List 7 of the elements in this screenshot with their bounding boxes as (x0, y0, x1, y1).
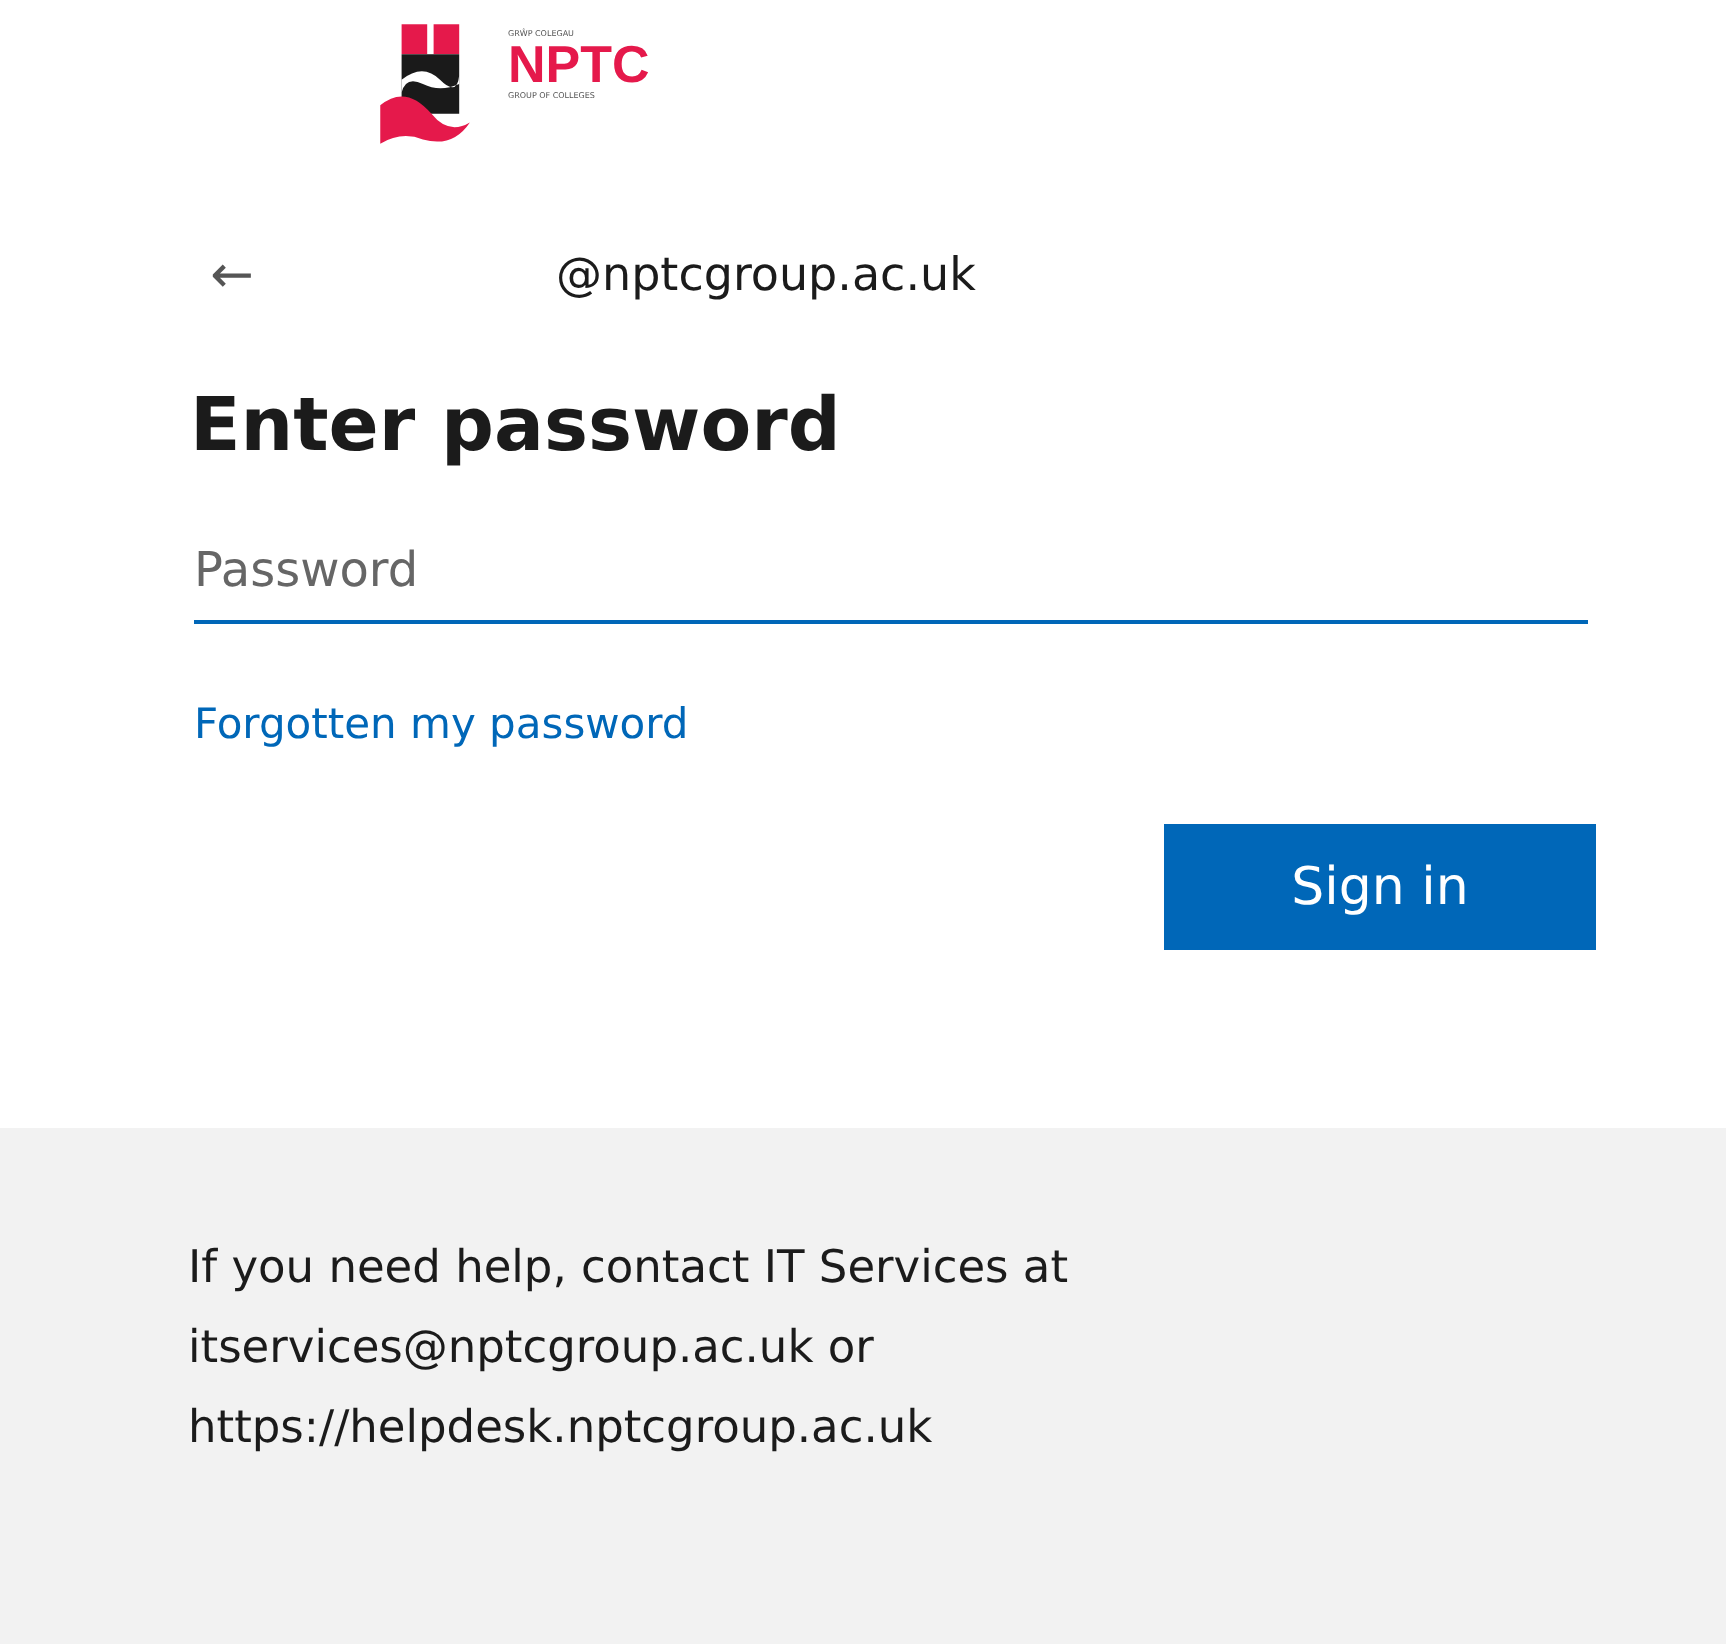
account-email: @nptcgroup.ac.uk (556, 250, 976, 302)
forgot-password-link[interactable]: Forgotten my password (194, 700, 689, 748)
logo-wordmark: NPTC (508, 38, 650, 90)
back-button[interactable]: ← (202, 246, 262, 306)
page-title: Enter password (190, 380, 843, 472)
help-text: If you need help, contact IT Services at itservices@nptcgroup.ac.uk or https://helpdesk.nptcgroup.ac.uk (188, 1240, 1071, 1458)
sign-in-button[interactable]: Sign in (1164, 824, 1596, 950)
